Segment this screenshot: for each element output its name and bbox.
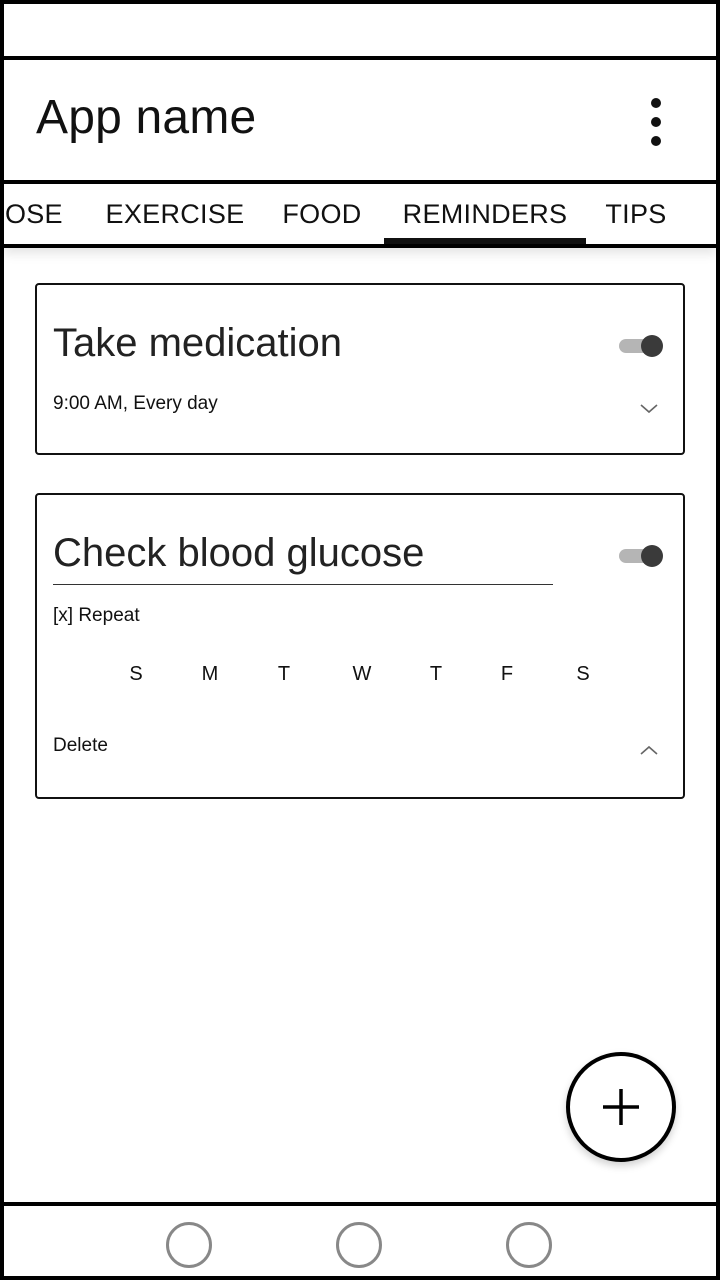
- reminder-card-take-medication[interactable]: Take medication 9:00 AM, Every day: [35, 283, 685, 455]
- phone-frame: App name COSE EXERCISE FOOD REMINDERS TI…: [0, 0, 720, 1280]
- app-bar: App name: [4, 60, 716, 184]
- chevron-up-icon[interactable]: [639, 743, 659, 757]
- weekday-thursday[interactable]: T: [421, 663, 451, 686]
- more-vertical-icon[interactable]: [640, 98, 672, 146]
- reminder-schedule: 9:00 AM, Every day: [53, 393, 218, 414]
- chevron-down-icon[interactable]: [639, 401, 659, 415]
- weekday-friday[interactable]: F: [492, 663, 522, 686]
- weekday-sunday[interactable]: S: [121, 663, 151, 686]
- weekday-saturday[interactable]: S: [568, 663, 598, 686]
- nav-button-left[interactable]: [166, 1222, 212, 1268]
- menu-dot: [651, 98, 661, 108]
- toggle-thumb: [641, 545, 663, 567]
- reminder-card-check-blood-glucose[interactable]: Check blood glucose [x] Repeat S M T W T…: [35, 493, 685, 799]
- tab-tips[interactable]: TIPS: [596, 184, 676, 244]
- tab-reminders[interactable]: REMINDERS: [384, 184, 586, 244]
- selected-tab-indicator: [384, 238, 586, 244]
- delete-button[interactable]: Delete: [53, 735, 108, 757]
- reminder-toggle[interactable]: [619, 543, 665, 569]
- menu-dot: [651, 136, 661, 146]
- add-reminder-button[interactable]: [566, 1052, 676, 1162]
- toggle-thumb: [641, 335, 663, 357]
- reminder-title: Take medication: [53, 321, 343, 365]
- weekday-wednesday[interactable]: W: [347, 663, 377, 686]
- app-title: App name: [36, 91, 257, 144]
- weekday-monday[interactable]: M: [195, 663, 225, 686]
- tab-glucose[interactable]: COSE: [4, 184, 84, 244]
- reminder-title-input[interactable]: Check blood glucose: [53, 531, 553, 585]
- repeat-checkbox[interactable]: [x] Repeat: [53, 605, 140, 627]
- tab-bar: COSE EXERCISE FOOD REMINDERS TIPS: [4, 184, 716, 248]
- status-bar: [4, 4, 716, 60]
- nav-button-center[interactable]: [336, 1222, 382, 1268]
- weekday-tuesday[interactable]: T: [269, 663, 299, 686]
- navigation-bar: [4, 1202, 716, 1276]
- menu-dot: [651, 117, 661, 127]
- plus-icon: [603, 1089, 639, 1125]
- tab-food[interactable]: FOOD: [274, 184, 370, 244]
- reminder-toggle[interactable]: [619, 333, 665, 359]
- nav-button-right[interactable]: [506, 1222, 552, 1268]
- tab-exercise[interactable]: EXERCISE: [100, 184, 250, 244]
